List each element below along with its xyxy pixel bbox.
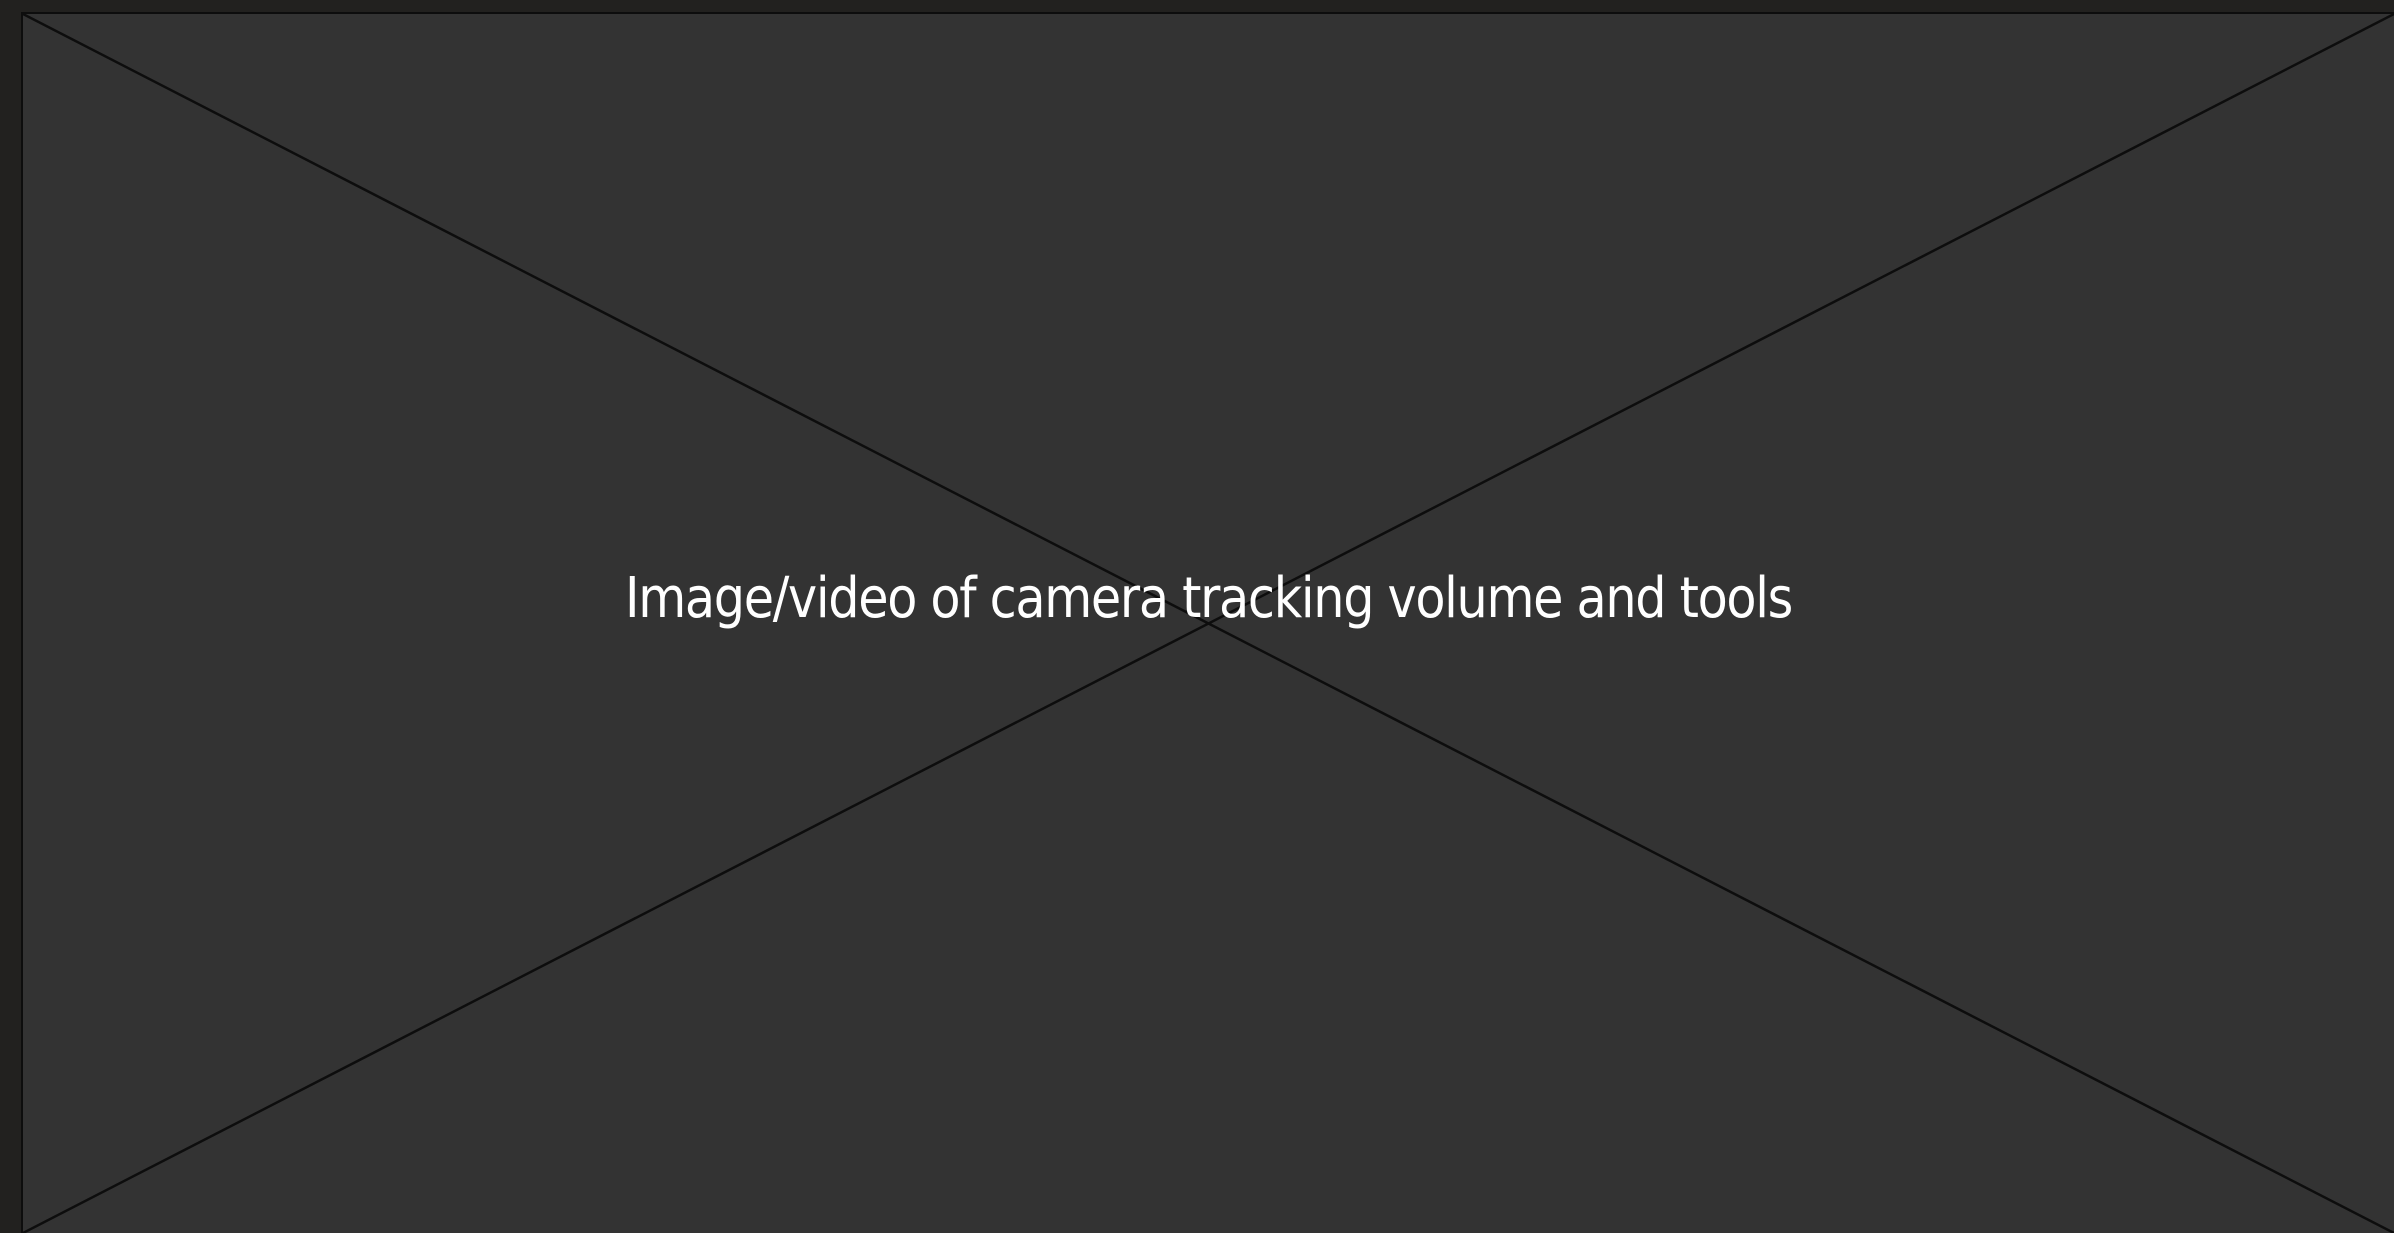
media-placeholder: Image/video of camera tracking volume an…: [21, 12, 2394, 1233]
placeholder-cross-icon: [23, 14, 2394, 1233]
page-stage: Image/video of camera tracking volume an…: [0, 0, 2394, 1233]
top-frame-strip: [0, 0, 2394, 12]
left-frame-strip: [0, 0, 21, 1233]
